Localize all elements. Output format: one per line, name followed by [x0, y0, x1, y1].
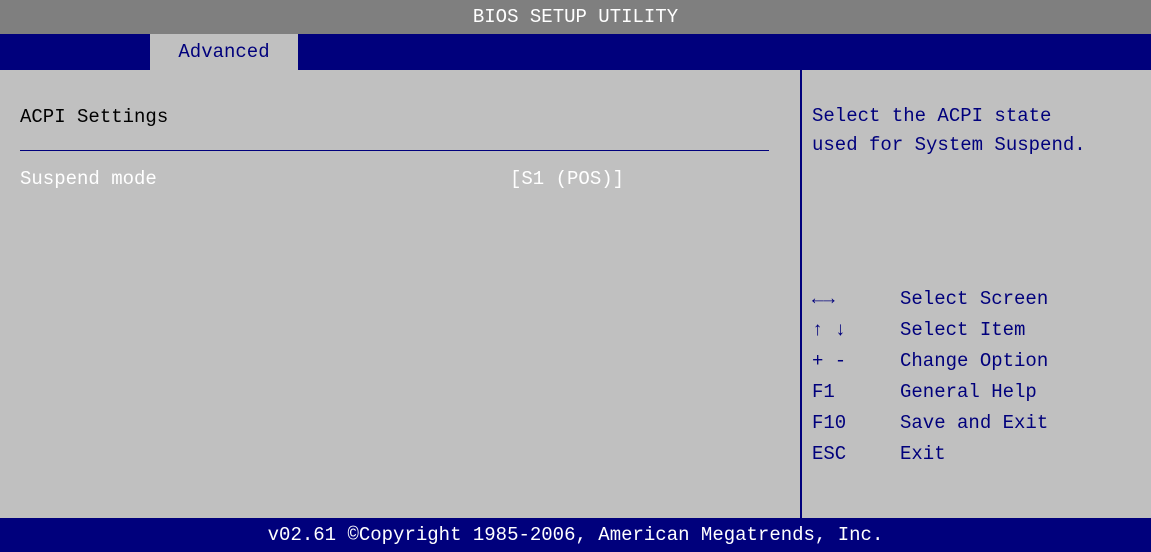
- key-action: Exit: [900, 443, 946, 465]
- help-line: Select the ACPI state: [812, 105, 1052, 127]
- left-right-arrows-icon: ←→: [812, 288, 835, 310]
- footer-bar: v02.61 ©Copyright 1985-2006, American Me…: [0, 518, 1151, 552]
- key-row-change-option: + - Change Option: [812, 346, 1147, 377]
- key-action: Save and Exit: [900, 412, 1049, 434]
- key-row-select-item: ↑ ↓ Select Item: [812, 315, 1147, 346]
- key-legend: ←→ Select Screen ↑ ↓ Select Item + - Cha…: [812, 284, 1147, 470]
- up-down-arrows-icon: ↑ ↓: [812, 319, 847, 341]
- setting-value[interactable]: [S1 (POS)]: [510, 168, 624, 190]
- setting-label: Suspend mode: [20, 168, 157, 190]
- key-action: Change Option: [900, 350, 1049, 372]
- key-row-general-help: F1 General Help: [812, 377, 1147, 408]
- key-action: Select Item: [900, 319, 1026, 341]
- section-divider: [20, 150, 769, 151]
- help-description: Select the ACPI state used for System Su…: [812, 102, 1147, 160]
- key-symbol: F1: [812, 381, 835, 403]
- key-action: General Help: [900, 381, 1037, 403]
- tab-advanced[interactable]: Advanced: [150, 34, 298, 70]
- copyright-text: v02.61 ©Copyright 1985-2006, American Me…: [267, 524, 884, 546]
- bios-title-bar: BIOS SETUP UTILITY: [0, 0, 1151, 34]
- key-symbol: F10: [812, 412, 847, 434]
- key-row-select-screen: ←→ Select Screen: [812, 284, 1147, 315]
- setting-suspend-mode[interactable]: Suspend mode [S1 (POS)]: [20, 168, 780, 194]
- key-symbol: + -: [812, 350, 847, 372]
- key-symbol: ESC: [812, 443, 847, 465]
- key-row-exit: ESC Exit: [812, 439, 1147, 470]
- key-action: Select Screen: [900, 288, 1049, 310]
- main-panel: ACPI Settings Suspend mode [S1 (POS)] Se…: [0, 70, 1151, 518]
- panel-divider: [800, 70, 802, 518]
- tab-bar: Advanced: [0, 34, 1151, 70]
- key-row-save-exit: F10 Save and Exit: [812, 408, 1147, 439]
- bios-title: BIOS SETUP UTILITY: [472, 6, 679, 28]
- help-line: used for System Suspend.: [812, 134, 1086, 156]
- section-title: ACPI Settings: [20, 106, 169, 128]
